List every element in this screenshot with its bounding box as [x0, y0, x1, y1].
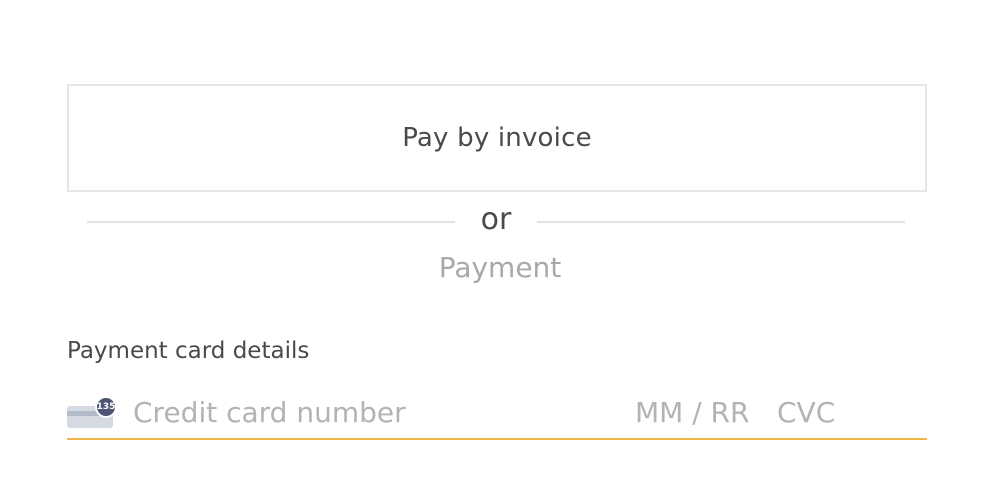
divider-line-left	[87, 221, 455, 223]
payment-card-details-label: Payment card details	[67, 338, 310, 364]
payment-heading: Payment	[438, 251, 562, 284]
or-divider: or	[87, 202, 905, 242]
pay-by-invoice-button[interactable]: Pay by invoice	[67, 84, 927, 192]
divider-text: or	[480, 202, 512, 237]
payment-page: Pay by invoice or Payment Payment card d…	[0, 0, 1000, 500]
card-number-input[interactable]	[133, 392, 623, 432]
credit-card-icon: 135	[67, 396, 117, 430]
pay-by-invoice-label: Pay by invoice	[402, 123, 592, 153]
card-expiry-input[interactable]	[635, 392, 775, 432]
card-badge: 135	[95, 396, 117, 418]
card-cvc-input[interactable]	[777, 392, 877, 432]
card-input-field[interactable]: 135	[67, 386, 927, 440]
divider-line-right	[537, 221, 905, 223]
